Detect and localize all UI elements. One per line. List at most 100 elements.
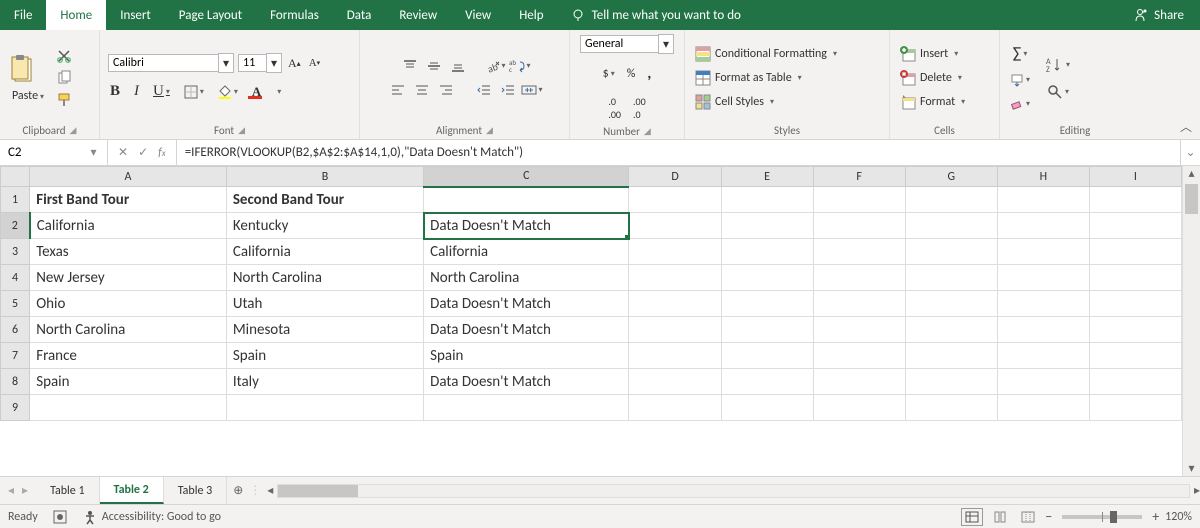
col-header-E[interactable]: E (721, 167, 813, 187)
cell-G3[interactable] (905, 239, 997, 265)
collapse-ribbon-icon[interactable]: ︿ (1180, 118, 1192, 135)
tab-insert[interactable]: Insert (106, 0, 165, 30)
cancel-formula-icon[interactable]: ✕ (118, 145, 128, 160)
cell-D7[interactable] (629, 343, 721, 369)
enter-formula-icon[interactable]: ✓ (138, 145, 148, 160)
accounting-format-icon[interactable]: $ (601, 65, 617, 83)
cell-C8[interactable]: Data Doesn't Match (424, 369, 629, 395)
cell-B6[interactable]: Minesota (226, 317, 423, 343)
select-all-corner[interactable] (1, 167, 30, 187)
col-header-G[interactable]: G (905, 167, 997, 187)
cell-E7[interactable] (721, 343, 813, 369)
page-layout-view-icon[interactable] (989, 508, 1011, 526)
conditional-formatting-button[interactable]: Conditional Formatting (693, 44, 839, 64)
cell-F6[interactable] (813, 317, 905, 343)
cell-C3[interactable]: California (424, 239, 629, 265)
row-header-1[interactable]: 1 (1, 187, 30, 213)
zoom-out-icon[interactable]: − (1045, 508, 1052, 525)
italic-button[interactable]: I (132, 81, 141, 102)
name-box[interactable]: ▾ (0, 140, 108, 165)
autosum-icon[interactable]: ∑ (1008, 42, 1032, 65)
name-box-dropdown-icon[interactable]: ▾ (80, 145, 107, 160)
hscroll-right-icon[interactable]: ▸ (1194, 483, 1200, 498)
cell-H5[interactable] (997, 291, 1089, 317)
merge-center-icon[interactable] (524, 82, 540, 98)
cell-H6[interactable] (997, 317, 1089, 343)
cell-C4[interactable]: North Carolina (424, 265, 629, 291)
cell-E5[interactable] (721, 291, 813, 317)
tab-view[interactable]: View (451, 0, 505, 30)
cell-A4[interactable]: New Jersey (30, 265, 227, 291)
cell-E4[interactable] (721, 265, 813, 291)
cell-E8[interactable] (721, 369, 813, 395)
cell-B3[interactable]: California (226, 239, 423, 265)
align-right-icon[interactable] (438, 82, 454, 98)
cell-E1[interactable] (721, 187, 813, 213)
paste-icon[interactable] (8, 53, 38, 87)
row-header-7[interactable]: 7 (1, 343, 30, 369)
cell-H9[interactable] (997, 395, 1089, 421)
cell-I6[interactable] (1089, 317, 1181, 343)
cell-F9[interactable] (813, 395, 905, 421)
tab-home[interactable]: Home (46, 0, 106, 30)
sheet-tab-table-2[interactable]: Table 2 (100, 477, 164, 504)
cell-B2[interactable]: Kentucky (226, 213, 423, 239)
alignment-dialog-icon[interactable]: ◢ (486, 125, 493, 136)
tab-split-handle[interactable]: ⋮ (249, 483, 267, 498)
sort-filter-icon[interactable]: AZ (1044, 54, 1072, 76)
cell-G9[interactable] (905, 395, 997, 421)
cell-G1[interactable] (905, 187, 997, 213)
tab-formulas[interactable]: Formulas (256, 0, 333, 30)
cell-G7[interactable] (905, 343, 997, 369)
cell-D4[interactable] (629, 265, 721, 291)
cell-H4[interactable] (997, 265, 1089, 291)
cell-H7[interactable] (997, 343, 1089, 369)
align-center-icon[interactable] (414, 82, 430, 98)
share-button[interactable]: Share (1116, 7, 1200, 23)
cell-D1[interactable] (629, 187, 721, 213)
cell-D5[interactable] (629, 291, 721, 317)
row-header-8[interactable]: 8 (1, 369, 30, 395)
cell-B5[interactable]: Utah (226, 291, 423, 317)
col-header-H[interactable]: H (997, 167, 1089, 187)
cell-C9[interactable] (424, 395, 629, 421)
zoom-in-icon[interactable]: + (1152, 508, 1159, 525)
cell-I8[interactable] (1089, 369, 1181, 395)
cell-A8[interactable]: Spain (30, 369, 227, 395)
cell-B8[interactable]: Italy (226, 369, 423, 395)
scroll-up-icon[interactable]: ▴ (1183, 166, 1200, 181)
cell-F5[interactable] (813, 291, 905, 317)
increase-decimal-icon[interactable]: .0.00 (606, 93, 623, 123)
row-header-6[interactable]: 6 (1, 317, 30, 343)
cell-I7[interactable] (1089, 343, 1181, 369)
delete-cells-button[interactable]: Delete (898, 68, 964, 88)
sheet-tab-table-1[interactable]: Table 1 (36, 477, 99, 504)
accessibility-icon[interactable] (82, 509, 98, 525)
macro-record-icon[interactable] (52, 509, 68, 525)
zoom-level[interactable]: 120% (1165, 510, 1192, 524)
cell-D2[interactable] (629, 213, 721, 239)
cell-H1[interactable] (997, 187, 1089, 213)
increase-font-icon[interactable]: A▴ (286, 54, 303, 73)
format-cells-button[interactable]: Format (898, 92, 967, 112)
row-header-9[interactable]: 9 (1, 395, 30, 421)
row-header-5[interactable]: 5 (1, 291, 30, 317)
cut-icon[interactable] (56, 48, 72, 64)
cell-D8[interactable] (629, 369, 721, 395)
name-box-input[interactable] (0, 144, 80, 161)
cell-G5[interactable] (905, 291, 997, 317)
font-color-icon[interactable]: A (250, 82, 283, 102)
cell-B1[interactable]: Second Band Tour (226, 187, 423, 213)
clear-icon[interactable] (1008, 95, 1032, 113)
font-dialog-icon[interactable]: ◢ (238, 125, 245, 136)
bold-button[interactable]: B (108, 81, 122, 102)
scroll-thumb[interactable] (1185, 184, 1198, 214)
sheet-nav-next-icon[interactable]: ▸ (22, 483, 28, 498)
col-header-D[interactable]: D (629, 167, 721, 187)
scroll-down-icon[interactable]: ▾ (1183, 461, 1200, 476)
cells-table[interactable]: ABCDEFGHI1First Band TourSecond Band Tou… (0, 166, 1182, 421)
formula-input[interactable]: =IFERROR(VLOOKUP(B2,$A$2:$A$14,1,0),"Dat… (177, 140, 1180, 165)
cell-A5[interactable]: Ohio (30, 291, 227, 317)
cell-A3[interactable]: Texas (30, 239, 227, 265)
percent-format-icon[interactable]: % (625, 65, 638, 83)
